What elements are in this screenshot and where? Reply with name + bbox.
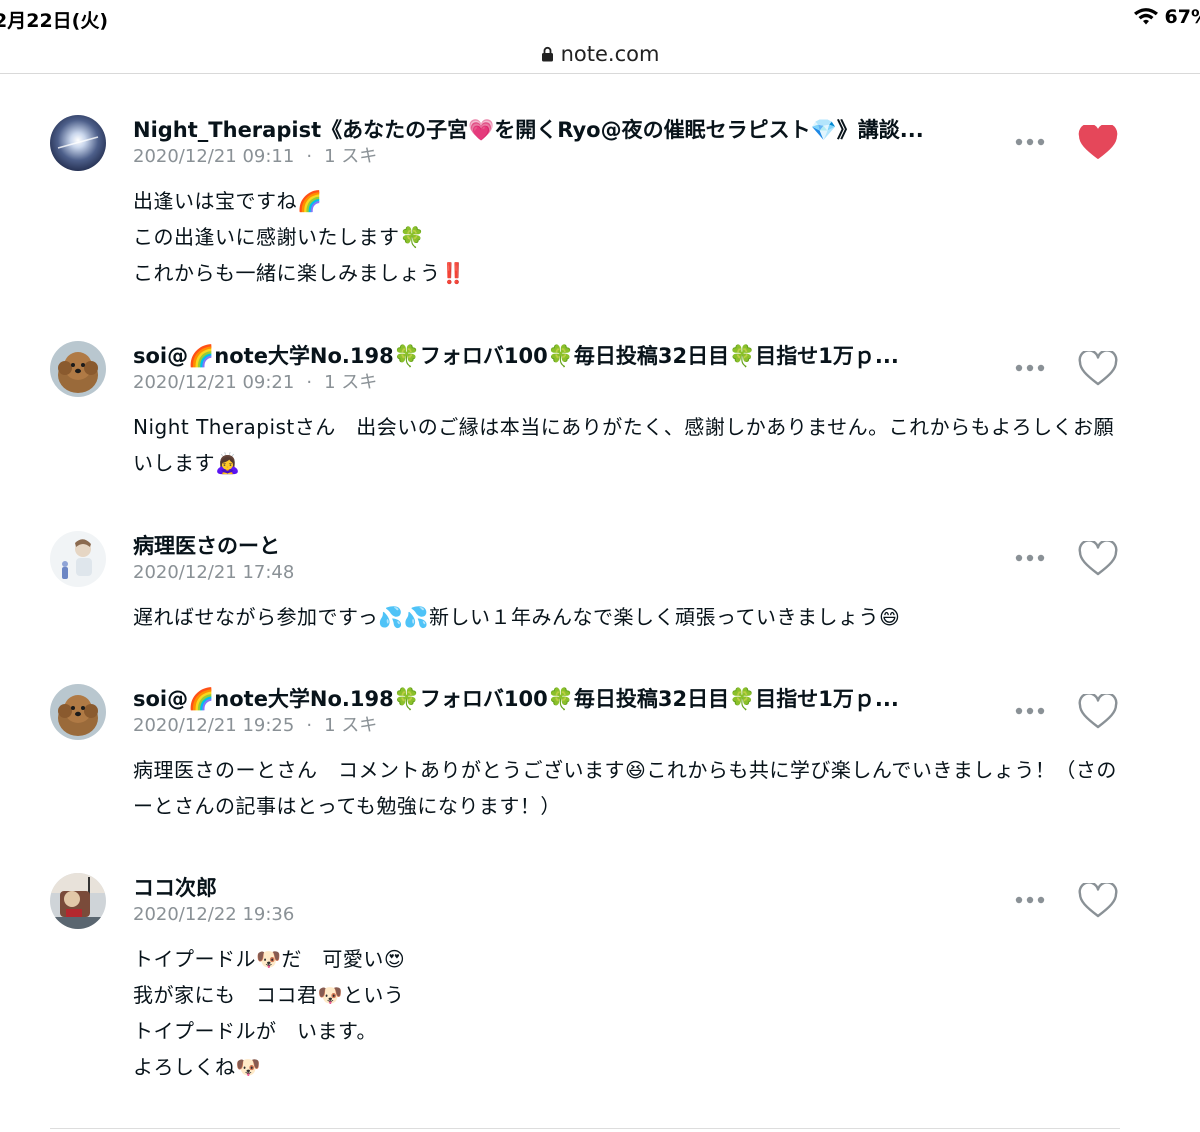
wifi-icon [1133, 8, 1158, 25]
like-heart-icon[interactable] [1078, 694, 1118, 730]
comment-line: 病理医さのーとさん コメントありがとうございます😆これからも共に学び楽しんでいき… [133, 758, 1117, 818]
more-icon[interactable] [1013, 552, 1047, 564]
more-icon[interactable] [1013, 136, 1047, 148]
meta-separator: · [306, 372, 313, 393]
meta-separator: · [306, 146, 313, 167]
more-icon[interactable] [1013, 362, 1047, 374]
avatar-image [50, 531, 106, 587]
status-time: 2月22日(火) [0, 10, 109, 32]
comment-author[interactable]: soi@🌈note大学No.198🍀フォロバ100🍀毎日投稿32日目🍀目指せ1万… [133, 684, 899, 714]
avatar-image [50, 684, 106, 740]
comment-author[interactable]: Night_Therapist《あなたの子宮💗を開くRyo@夜の催眠セラピスト💎… [133, 115, 924, 145]
comment-date: 2020/12/21 09:21 [133, 372, 295, 393]
divider [50, 1128, 1120, 1129]
battery-percent: 67% [1164, 6, 1200, 28]
url-text: note.com [560, 41, 660, 66]
comment-line: 出逢いは宝ですね🌈 [133, 189, 323, 213]
comment-body: 病理医さのーとさん コメントありがとうございます😆これからも共に学び楽しんでいき… [133, 752, 1118, 824]
comment-author[interactable]: 病理医さのーと [133, 531, 280, 561]
comment-body: 出逢いは宝ですね🌈 この出逢いに感謝いたします🍀 これからも一緒に楽しみましょう… [133, 183, 1123, 291]
avatar[interactable] [50, 115, 106, 171]
comment-date: 2020/12/21 17:48 [133, 562, 295, 583]
comment-line: トイプードルが います。 [133, 1019, 377, 1043]
comment-author[interactable]: soi@🌈note大学No.198🍀フォロバ100🍀毎日投稿32日目🍀目指せ1万… [133, 341, 899, 371]
comment-meta: 2020/12/21 09:11 · 1 スキ [133, 144, 377, 170]
avatar-image [50, 115, 106, 171]
comment-line: よろしくね🐶 [133, 1055, 261, 1079]
like-heart-icon[interactable] [1078, 125, 1118, 161]
status-right: 67% [1133, 6, 1200, 28]
comment-line: トイプードル🐶だ 可愛い😍 [133, 947, 406, 971]
avatar[interactable] [50, 531, 106, 587]
like-heart-icon[interactable] [1078, 351, 1118, 387]
lock-icon [541, 46, 553, 61]
comment-date: 2020/12/22 19:36 [133, 904, 295, 925]
status-bar: 2月22日(火) 67% [0, 0, 1200, 36]
avatar-image [50, 873, 106, 929]
comment-date: 2020/12/21 09:11 [133, 146, 295, 167]
comment-body: 遅ればせながら参加ですっ💦💦新しい１年みんなで楽しく頑張っていきましょう😄 [133, 599, 1123, 635]
comment-author[interactable]: ココ次郎 [133, 873, 217, 903]
comment-body: トイプードル🐶だ 可愛い😍 我が家にも ココ君🐶という トイプードルが います。… [133, 941, 1123, 1085]
comment-line: 遅ればせながら参加ですっ💦💦新しい１年みんなで楽しく頑張っていきましょう😄 [133, 605, 901, 629]
avatar[interactable] [50, 873, 106, 929]
url-bar[interactable]: note.com [0, 34, 1200, 74]
avatar[interactable] [50, 341, 106, 397]
like-heart-icon[interactable] [1078, 541, 1118, 577]
comment-line: Night Therapistさん 出会いのご縁は本当にありがたく、感謝しかあり… [133, 415, 1115, 475]
comment-date: 2020/12/21 19:25 [133, 715, 295, 736]
comment-body: Night Therapistさん 出会いのご縁は本当にありがたく、感謝しかあり… [133, 409, 1118, 481]
comment-meta: 2020/12/21 19:25 · 1 スキ [133, 713, 377, 739]
more-icon[interactable] [1013, 705, 1047, 717]
comment-meta: 2020/12/21 09:21 · 1 スキ [133, 370, 377, 396]
comment-line: これからも一緒に楽しみましょう‼️ [133, 261, 466, 285]
comment-meta: 2020/12/22 19:36 [133, 902, 294, 928]
avatar[interactable] [50, 684, 106, 740]
comment-meta: 2020/12/21 17:48 [133, 560, 294, 586]
comment-likes: 1 スキ [324, 372, 378, 393]
comment-likes: 1 スキ [324, 715, 378, 736]
meta-separator: · [306, 715, 313, 736]
more-icon[interactable] [1013, 894, 1047, 906]
comment-line: 我が家にも ココ君🐶という [133, 983, 405, 1007]
avatar-image [50, 341, 106, 397]
comment-line: この出逢いに感謝いたします🍀 [133, 225, 425, 249]
like-heart-icon[interactable] [1078, 883, 1118, 919]
comment-likes: 1 スキ [324, 146, 378, 167]
